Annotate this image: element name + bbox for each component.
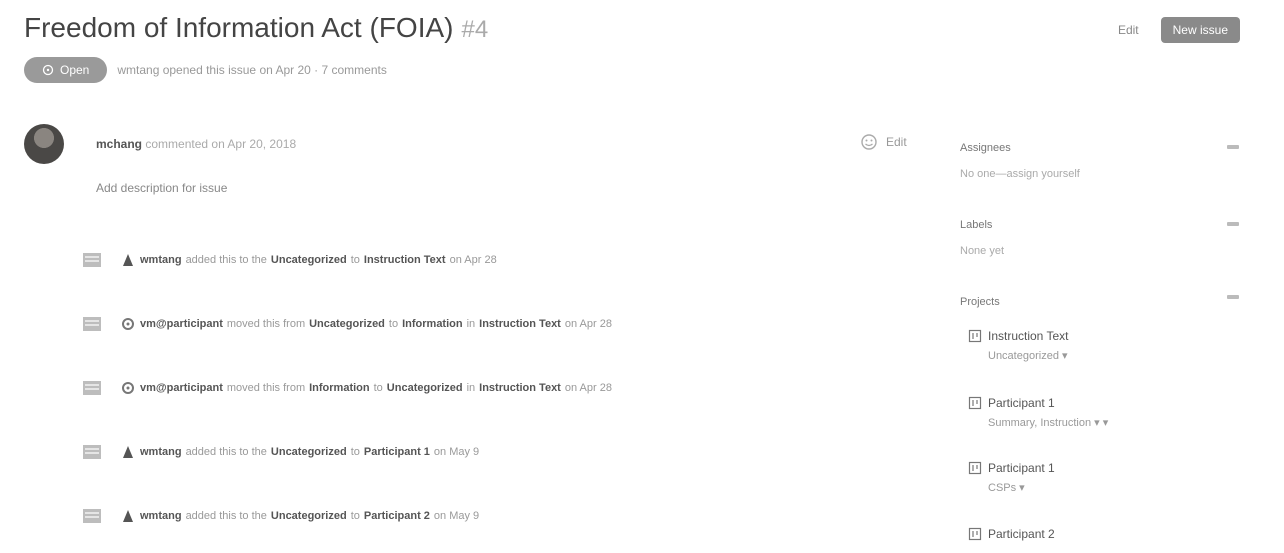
event-text: added this to the (185, 510, 267, 522)
status-label: Open (60, 63, 90, 77)
timeline-event: wmtang added this to the Uncategorized to In… (82, 252, 497, 268)
project-name[interactable]: Participant 2 (988, 527, 1055, 541)
event-time[interactable]: on Apr 28 (565, 318, 612, 330)
timeline-event: wmtang added this to the Uncategorized to Pa… (82, 444, 479, 460)
projects-heading[interactable]: Projects (960, 296, 1000, 308)
event-label[interactable]: Uncategorized (271, 510, 347, 522)
comment-author[interactable]: mchang (96, 137, 142, 151)
robot-icon[interactable] (120, 508, 136, 524)
event-text: added this to the (185, 254, 267, 266)
project-column[interactable]: Summary, Instruction ▾ ▾ (988, 416, 1108, 429)
event-time[interactable]: on Apr 28 (565, 382, 612, 394)
event-time[interactable]: on Apr 28 (450, 254, 497, 266)
event-text: moved this from (226, 318, 306, 330)
comment-subtitle: commented on Apr 20, 2018 (145, 137, 297, 151)
labels-value: None yet (960, 245, 1005, 257)
event-text: in (466, 318, 476, 330)
timeline-event: vm@participant moved this from Information… (82, 380, 612, 396)
header-actions: Edit New issue (1118, 17, 1240, 43)
event-text: to (373, 382, 383, 394)
issue-title: Freedom of Information Act (FOIA) (24, 12, 454, 43)
event-label[interactable]: Information (309, 382, 370, 394)
gear-icon[interactable] (120, 316, 136, 332)
gear-icon[interactable] (120, 380, 136, 396)
project-icon (968, 396, 982, 410)
project-column[interactable]: CSPs ▾ (988, 481, 1055, 494)
event-time[interactable]: on May 9 (434, 510, 479, 522)
robot-icon[interactable] (120, 444, 136, 460)
event-label[interactable]: Instruction Text (364, 254, 446, 266)
project-item[interactable]: Instruction Text Uncategorized ▾ (968, 329, 1068, 362)
event-label[interactable]: Uncategorized (309, 318, 385, 330)
project-item[interactable]: Participant 1 Summary, Instruction ▾ ▾ (968, 396, 1108, 429)
comment-body: Add description for issue (96, 181, 228, 195)
project-icon (83, 381, 101, 395)
event-text: in (466, 382, 476, 394)
issue-opened-icon (42, 64, 54, 76)
event-actor[interactable]: vm@participant (140, 318, 223, 330)
event-time[interactable]: on May 9 (434, 446, 479, 458)
comment-edit-action[interactable]: Edit (860, 133, 907, 151)
event-text: to (350, 254, 360, 266)
issue-meta: Open wmtang opened this issue on Apr 20 … (24, 57, 387, 83)
project-name[interactable]: Instruction Text (988, 329, 1068, 343)
project-icon (968, 329, 982, 343)
reaction-icon[interactable] (860, 133, 878, 151)
assignees-value[interactable]: No one—assign yourself (960, 168, 1080, 180)
issue-title-row: Freedom of Information Act (FOIA) #4 (24, 12, 488, 44)
project-icon (968, 461, 982, 475)
labels-heading[interactable]: Labels (960, 219, 992, 231)
project-name[interactable]: Participant 1 (988, 396, 1055, 410)
project-item[interactable]: Participant 1 CSPs ▾ (968, 461, 1055, 494)
project-icon (83, 253, 101, 267)
event-text: to (388, 318, 399, 330)
avatar[interactable] (24, 124, 64, 164)
new-issue-button[interactable]: New issue (1160, 17, 1240, 43)
issue-number: #4 (461, 16, 489, 43)
edit-title-button[interactable]: Edit (1118, 23, 1139, 37)
assignees-heading[interactable]: Assignees (960, 142, 1011, 154)
gear-icon[interactable] (1226, 142, 1240, 152)
status-badge: Open (24, 57, 108, 83)
gear-icon[interactable] (1226, 292, 1240, 302)
event-label[interactable]: Participant 1 (364, 446, 430, 458)
event-actor[interactable]: wmtang (140, 254, 182, 266)
event-actor[interactable]: vm@participant (140, 382, 223, 394)
project-icon (83, 509, 101, 523)
event-label[interactable]: Uncategorized (387, 382, 463, 394)
project-icon (83, 317, 101, 331)
comment-edit-label[interactable]: Edit (886, 135, 907, 149)
event-label[interactable]: Information (402, 318, 463, 330)
issue-summary: wmtang opened this issue on Apr 20 · 7 c… (117, 63, 387, 77)
gear-icon[interactable] (1226, 219, 1240, 229)
event-actor[interactable]: wmtang (140, 446, 182, 458)
event-text: to (350, 510, 360, 522)
comment-header: mchang commented on Apr 20, 2018 (96, 137, 296, 151)
event-label[interactable]: Participant 2 (364, 510, 430, 522)
event-text: moved this from (226, 382, 306, 394)
event-text: added this to the (185, 446, 267, 458)
project-item[interactable]: Participant 2 (968, 527, 1055, 547)
event-label[interactable]: Instruction Text (479, 382, 561, 394)
project-column[interactable]: Uncategorized ▾ (988, 349, 1068, 362)
robot-icon[interactable] (120, 252, 136, 268)
event-text: to (350, 446, 360, 458)
timeline-event: wmtang added this to the Uncategorized to Pa… (82, 508, 479, 524)
event-actor[interactable]: wmtang (140, 510, 182, 522)
project-icon (968, 527, 982, 541)
event-label[interactable]: Instruction Text (479, 318, 561, 330)
event-label[interactable]: Uncategorized (271, 446, 347, 458)
timeline-event: vm@participant moved this from Uncategoriz… (82, 316, 612, 332)
event-label[interactable]: Uncategorized (271, 254, 347, 266)
project-name[interactable]: Participant 1 (988, 461, 1055, 475)
project-icon (83, 445, 101, 459)
